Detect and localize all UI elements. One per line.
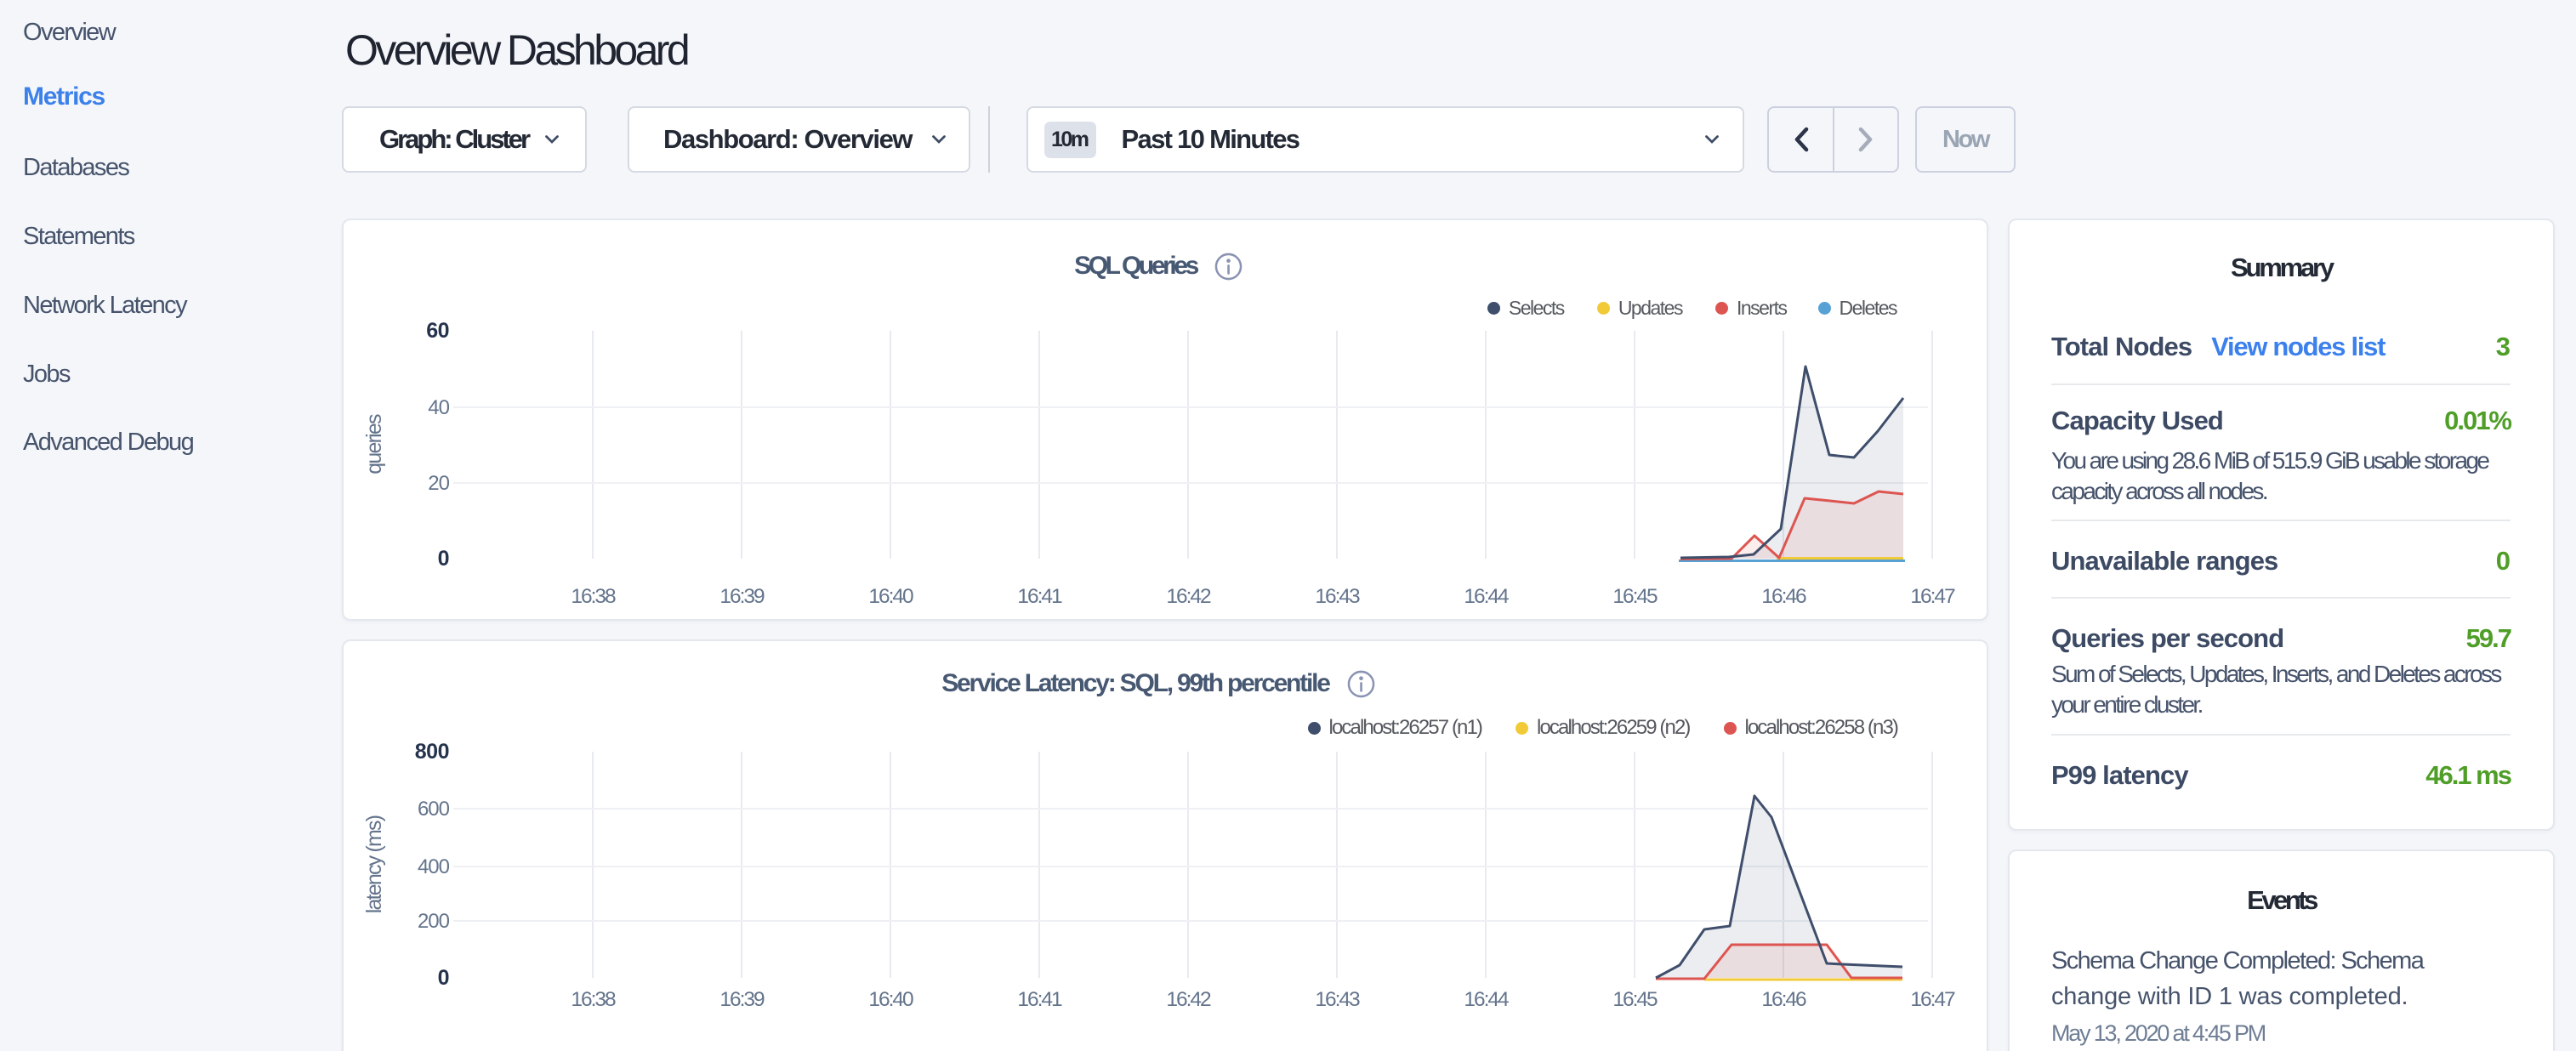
svg-text:16:46: 16:46 [1761,988,1806,1011]
svg-text:16:44: 16:44 [1464,585,1509,608]
svg-text:16:38: 16:38 [571,988,616,1011]
svg-text:16:44: 16:44 [1464,988,1509,1011]
svg-text:16:45: 16:45 [1612,585,1658,608]
svg-text:16:39: 16:39 [719,988,765,1011]
svg-text:latency (ms): latency (ms) [362,815,386,913]
svg-text:200: 200 [418,910,450,933]
svg-text:20: 20 [428,472,449,495]
svg-text:16:46: 16:46 [1761,585,1806,608]
svg-text:16:41: 16:41 [1017,585,1062,608]
svg-text:16:39: 16:39 [719,585,765,608]
svg-text:16:43: 16:43 [1315,585,1360,608]
svg-text:600: 600 [418,798,450,821]
svg-text:16:40: 16:40 [868,988,913,1011]
svg-text:16:42: 16:42 [1166,585,1211,608]
svg-text:40: 40 [428,396,449,419]
svg-text:16:47: 16:47 [1910,585,1955,608]
svg-text:60: 60 [426,319,449,343]
svg-text:16:43: 16:43 [1315,988,1360,1011]
svg-text:16:40: 16:40 [868,585,913,608]
svg-text:400: 400 [418,855,450,878]
svg-text:16:41: 16:41 [1017,988,1062,1011]
svg-text:16:38: 16:38 [571,585,616,608]
svg-text:0: 0 [438,966,449,990]
svg-text:16:45: 16:45 [1612,988,1658,1011]
svg-text:queries: queries [362,414,386,474]
svg-text:16:47: 16:47 [1910,988,1955,1011]
svg-text:0: 0 [438,547,449,571]
svg-text:16:42: 16:42 [1166,988,1211,1011]
svg-text:800: 800 [415,740,449,764]
